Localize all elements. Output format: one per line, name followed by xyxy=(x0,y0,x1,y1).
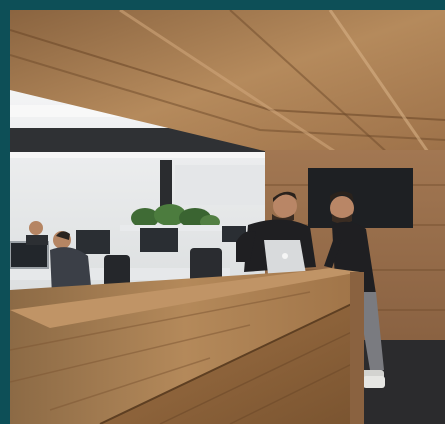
office-scene xyxy=(10,10,445,424)
photo-frame xyxy=(0,0,445,424)
background-person xyxy=(29,221,43,235)
office-photo xyxy=(10,10,445,424)
monitor xyxy=(140,228,178,252)
back-wall xyxy=(175,165,265,205)
monitor xyxy=(76,230,110,254)
reception-desk xyxy=(10,268,364,424)
wall-tv xyxy=(308,168,413,228)
ceiling-light-strip xyxy=(10,152,265,158)
monitor xyxy=(10,241,49,269)
